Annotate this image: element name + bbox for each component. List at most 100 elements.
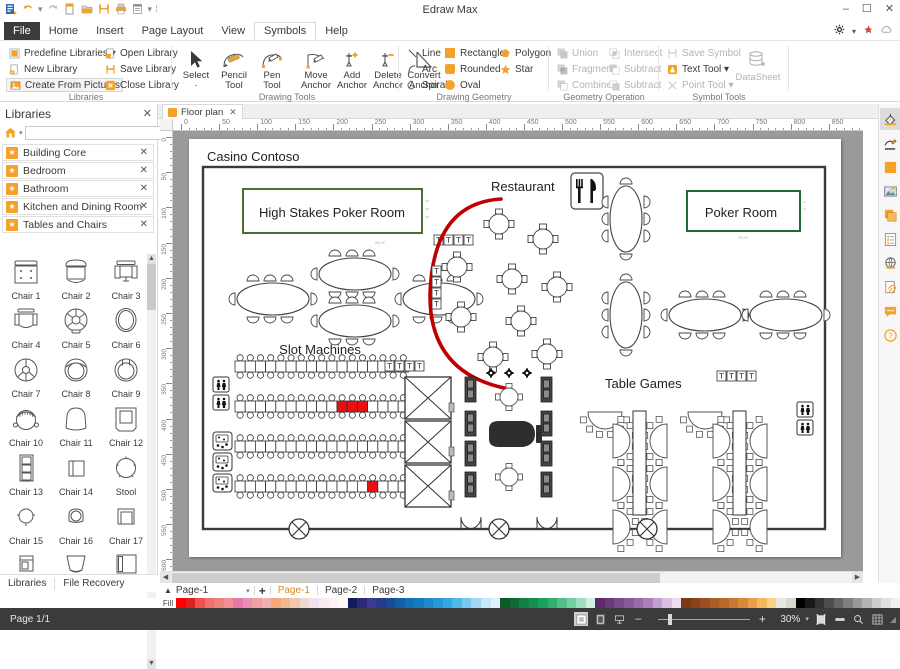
select-tool-button[interactable]: Select ·	[176, 45, 216, 91]
page-tab-page-3[interactable]: Page-3	[365, 585, 411, 596]
text-tool-button[interactable]: Text Tool ▾	[664, 62, 743, 76]
page-tab-page-1[interactable]: Page-1	[271, 585, 317, 596]
canvas-horizontal-scrollbar[interactable]: ◀ ▶	[160, 571, 863, 584]
shape-item-chair-3[interactable]: Chair 3	[102, 254, 150, 303]
menu-tab-insert[interactable]: Insert	[87, 22, 133, 40]
color-swatch[interactable]	[481, 598, 491, 608]
scrollbar-thumb[interactable]	[147, 264, 156, 310]
color-swatch[interactable]	[814, 598, 825, 608]
shape-item-chair-1[interactable]: Chair 1	[2, 254, 50, 303]
color-swatch[interactable]	[833, 598, 844, 608]
color-swatch[interactable]	[414, 598, 424, 608]
color-swatch[interactable]	[204, 598, 215, 608]
shape-item-chair-8[interactable]: Chair 8	[52, 352, 100, 401]
save-symbol-button[interactable]: Save Symbol	[664, 46, 743, 60]
color-swatch[interactable]	[566, 598, 577, 608]
shape-item-chair-15[interactable]: Chair 15	[2, 499, 50, 548]
attachment-icon[interactable]	[880, 276, 900, 298]
color-swatch[interactable]	[681, 598, 691, 608]
library-category-close-icon[interactable]: ✕	[140, 201, 148, 212]
menu-tab-home[interactable]: Home	[40, 22, 87, 40]
maximize-button[interactable]: ☐	[862, 3, 872, 15]
close-library-button[interactable]: Close Library	[102, 78, 181, 92]
color-swatch[interactable]	[709, 598, 720, 608]
color-swatch[interactable]	[852, 598, 863, 608]
document-tab-floor-plan[interactable]: Floor plan ✕	[162, 104, 243, 119]
color-swatch[interactable]	[795, 598, 806, 608]
color-swatch[interactable]	[719, 598, 729, 608]
color-swatch[interactable]	[576, 598, 586, 608]
fit-width-icon[interactable]	[833, 612, 847, 626]
properties-icon[interactable]	[880, 228, 900, 250]
minimize-button[interactable]: –	[843, 3, 849, 15]
color-swatch[interactable]	[347, 598, 358, 608]
shape-item-chair-4[interactable]: Chair 4	[2, 303, 50, 352]
presentation-icon[interactable]	[612, 612, 626, 626]
color-swatch[interactable]	[652, 598, 663, 608]
color-swatch[interactable]	[843, 598, 853, 608]
oval-button[interactable]: Oval	[442, 78, 507, 92]
color-swatch[interactable]	[290, 598, 300, 608]
zoom-search-icon[interactable]	[852, 612, 866, 626]
color-swatch[interactable]	[233, 598, 243, 608]
color-swatch[interactable]	[786, 598, 796, 608]
library-category-tables-and-chairs[interactable]: ★ Tables and Chairs ✕	[2, 216, 154, 233]
color-swatch[interactable]	[452, 598, 462, 608]
zoom-dropdown-icon[interactable]: ▾	[805, 615, 809, 623]
color-swatch[interactable]	[604, 598, 615, 608]
shape-item-chair-11[interactable]: Chair 11	[52, 401, 100, 450]
color-swatch[interactable]	[423, 598, 434, 608]
zoom-in-button[interactable]: +	[755, 612, 769, 626]
tab-libraries[interactable]: Libraries	[0, 575, 54, 593]
color-swatch[interactable]	[338, 598, 348, 608]
color-swatch[interactable]	[728, 598, 739, 608]
shape-item-chair-2[interactable]: Chair 2	[52, 254, 100, 303]
resize-grip-icon[interactable]: ◢	[890, 615, 896, 624]
point-tool-button[interactable]: Point Tool ▾	[664, 78, 743, 92]
color-swatch[interactable]	[528, 598, 539, 608]
color-swatch[interactable]	[890, 598, 900, 608]
zoom-out-button[interactable]: –	[631, 612, 645, 626]
color-swatch[interactable]	[299, 598, 310, 608]
shape-item-chair-10[interactable]: Chair 10	[2, 401, 50, 450]
color-swatch[interactable]	[805, 598, 815, 608]
color-swatch[interactable]	[328, 598, 339, 608]
shape-item-chair-9[interactable]: Chair 9	[102, 352, 150, 401]
page-tab-page-2[interactable]: Page-2	[318, 585, 364, 596]
color-swatch[interactable]	[623, 598, 634, 608]
color-swatch[interactable]	[690, 598, 701, 608]
color-swatch[interactable]	[643, 598, 653, 608]
horizontal-scrollbar-thumb[interactable]	[172, 573, 660, 583]
shape-item-chair-14[interactable]: Chair 14	[52, 450, 100, 499]
color-swatch[interactable]	[633, 598, 644, 608]
color-swatch[interactable]	[176, 598, 186, 608]
page-dropdown-icon[interactable]: ▾	[246, 587, 250, 595]
color-swatch[interactable]	[214, 598, 224, 608]
color-swatch[interactable]	[461, 598, 472, 608]
pen-tool-button[interactable]: Pen Tool	[252, 45, 292, 91]
library-category-bathroom[interactable]: ★ Bathroom ✕	[2, 180, 154, 197]
menu-tab-symbols[interactable]: Symbols	[254, 22, 317, 40]
menu-tab-page-layout[interactable]: Page Layout	[133, 22, 213, 40]
menu-tab-view[interactable]: View	[212, 22, 254, 40]
color-swatch[interactable]	[509, 598, 520, 608]
color-swatch[interactable]	[747, 598, 758, 608]
library-category-close-icon[interactable]: ✕	[140, 165, 148, 176]
color-swatch[interactable]	[280, 598, 291, 608]
color-swatch-icon[interactable]	[880, 156, 900, 178]
open-library-button[interactable]: Open Library	[102, 46, 181, 60]
library-category-bedroom[interactable]: ★ Bedroom ✕	[2, 162, 154, 179]
color-swatch[interactable]	[824, 598, 834, 608]
intersect-button[interactable]: Intersect	[606, 46, 664, 60]
subtract-button[interactable]: Subtract	[606, 62, 664, 76]
color-swatch[interactable]	[261, 598, 272, 608]
color-swatch[interactable]	[490, 598, 501, 608]
color-swatch[interactable]	[442, 598, 453, 608]
color-swatch[interactable]	[862, 598, 872, 608]
layers-icon[interactable]	[880, 204, 900, 226]
color-swatch[interactable]	[595, 598, 605, 608]
document-tab-close-icon[interactable]: ✕	[229, 107, 237, 118]
color-swatch[interactable]	[738, 598, 748, 608]
subtract-alt-button[interactable]: Subtract	[606, 78, 664, 92]
color-swatch[interactable]	[662, 598, 672, 608]
